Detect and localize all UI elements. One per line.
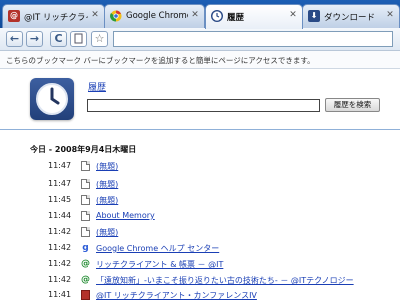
entry-time: 11:47 [48, 179, 72, 188]
close-icon[interactable]: ✕ [385, 10, 395, 20]
page-title[interactable]: 履歴 [88, 80, 106, 93]
tab-title: Google Chrome - … [126, 11, 188, 21]
download-icon: ⬇ [308, 10, 320, 22]
tab-title: @IT リッチクライアント… [24, 13, 88, 23]
date-heading: 今日 - 2008年9月4日木曜日 [30, 145, 137, 154]
google-icon: g [82, 243, 89, 253]
forward-arrow-icon: → [29, 32, 40, 45]
reload-icon: C [54, 32, 63, 45]
entry-time: 11:42 [48, 275, 72, 284]
history-search-input[interactable] [87, 99, 320, 112]
clock-icon [211, 10, 223, 22]
document-icon [81, 211, 90, 221]
document-icon [74, 33, 83, 44]
close-icon[interactable]: ✕ [190, 10, 200, 20]
entry-link[interactable]: 「遠放知新」-いまこそ振り返りたい古の技術たち- － @ITテクノロジー [96, 275, 354, 286]
history-entry: 11:41 @IT リッチクライアント・カンファレンスIV [0, 290, 400, 308]
tab-history[interactable]: 履歴 ✕ [205, 4, 303, 29]
entry-time: 11:45 [48, 195, 72, 204]
entry-link[interactable]: リッチクライアント & 帳票 － @IT [96, 259, 223, 270]
entry-link[interactable]: (無題) [96, 195, 118, 206]
document-icon [81, 179, 90, 189]
close-icon[interactable]: ✕ [288, 10, 298, 20]
forward-button[interactable]: → [26, 31, 43, 47]
address-bar[interactable] [113, 31, 393, 47]
entry-link[interactable]: Google Chrome ヘルプ センター [96, 243, 219, 254]
entry-time: 11:47 [48, 161, 72, 170]
back-arrow-icon: ← [9, 32, 20, 45]
entry-time: 11:41 [48, 290, 72, 299]
document-icon [81, 161, 90, 171]
tab-strip: @ @IT リッチクライアント… ✕ Google Chrome - … ✕ 履… [0, 0, 400, 29]
entry-link[interactable]: (無題) [96, 227, 118, 238]
tab-title: ダウンロード [324, 13, 376, 23]
tab-google-chrome[interactable]: Google Chrome - … ✕ [104, 4, 205, 28]
search-history-button[interactable]: 履歴を検索 [325, 98, 380, 112]
document-icon [81, 227, 90, 237]
at-sign-icon: @ [81, 275, 90, 285]
close-icon[interactable]: ✕ [90, 10, 100, 20]
chrome-icon [110, 10, 122, 22]
entry-link[interactable]: @IT リッチクライアント・カンファレンスIV [96, 290, 257, 301]
bookmark-star-button[interactable]: ☆ [91, 31, 108, 47]
history-entry: 11:47 (無題) [0, 161, 400, 179]
bookmark-bar-hint: こちらのブックマーク バーにブックマークを追加すると簡単にページにアクセスできま… [6, 56, 315, 65]
at-sign-icon: @ [81, 259, 90, 269]
home-button[interactable] [70, 31, 87, 47]
entry-link[interactable]: (無題) [96, 179, 118, 190]
tab-downloads[interactable]: ⬇ ダウンロード ✕ [302, 4, 400, 28]
divider [0, 129, 400, 130]
document-icon [81, 195, 90, 205]
tab-itmedia[interactable]: @ @IT リッチクライアント… ✕ [2, 4, 105, 28]
entry-time: 11:42 [48, 227, 72, 236]
entry-link[interactable]: About Memory [96, 211, 155, 220]
star-icon: ☆ [94, 32, 105, 45]
back-button[interactable]: ← [6, 31, 23, 47]
entry-time: 11:44 [48, 211, 72, 220]
entry-link[interactable]: (無題) [96, 161, 118, 172]
entry-time: 11:42 [48, 259, 72, 268]
history-clock-icon [30, 78, 74, 120]
bookmark-bar: こちらのブックマーク バーにブックマークを追加すると簡単にページにアクセスできま… [0, 51, 400, 69]
entry-time: 11:42 [48, 243, 72, 252]
reload-button[interactable]: C [50, 31, 67, 47]
tab-title: 履歴 [227, 13, 245, 23]
toolbar: ← → C ☆ [0, 28, 400, 51]
itmedia-icon [81, 290, 90, 300]
itmedia-icon: @ [8, 10, 20, 22]
